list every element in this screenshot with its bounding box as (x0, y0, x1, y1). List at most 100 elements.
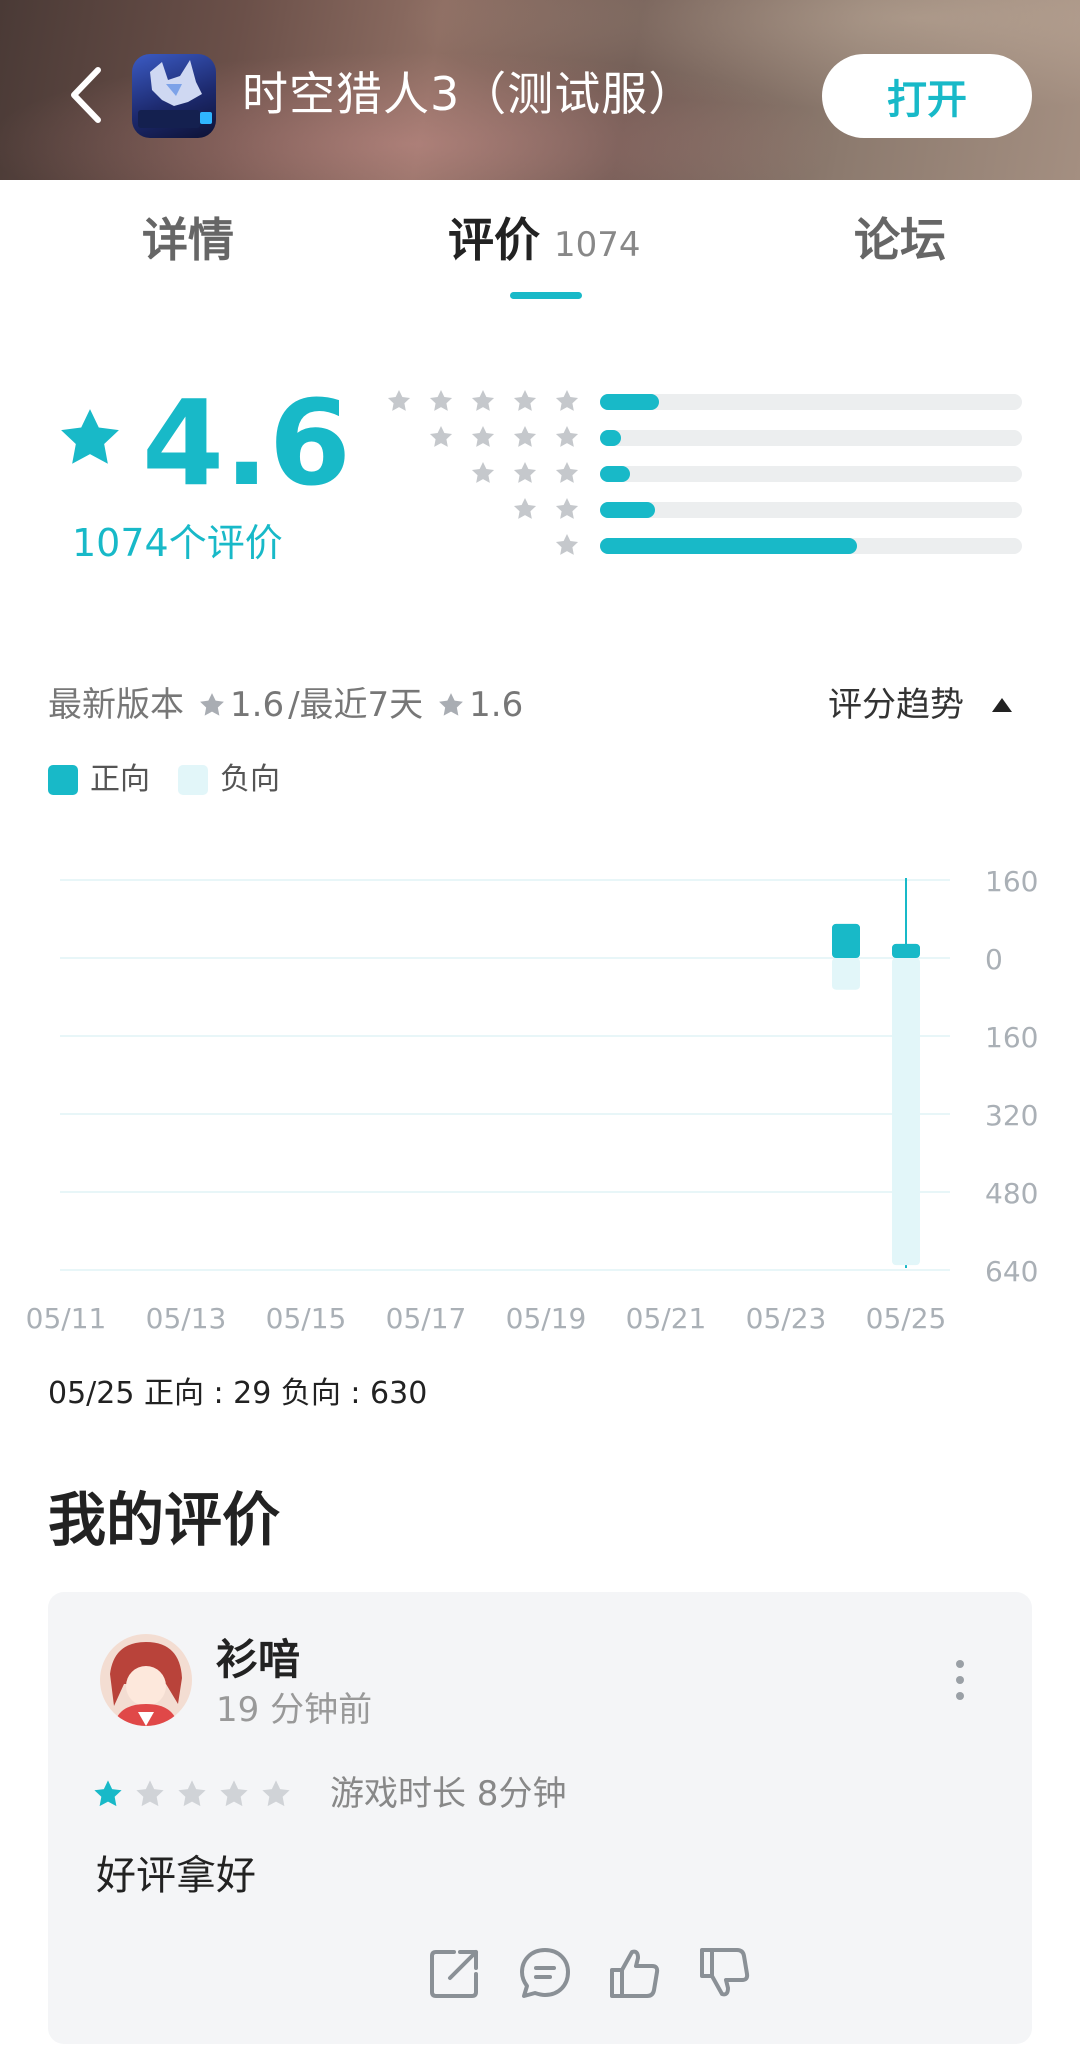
y-tick-label: 320 (985, 1099, 1038, 1132)
star-icon (555, 461, 579, 483)
distribution-bar-track (600, 394, 1022, 410)
positive-bar[interactable] (892, 943, 920, 958)
page: 时空猎人3（测试服） 打开 详情 评价 1074 论坛 4.6 1074个评价 最… (0, 0, 1080, 2057)
star-icon (513, 497, 537, 519)
my-review-card: 衫喑 19 分钟前 游戏时长 8分钟 好评拿好 (48, 1592, 1032, 2044)
rating-trend-label: 评分趋势 (828, 685, 964, 725)
app-icon[interactable] (132, 54, 216, 138)
review-stars (92, 1778, 302, 1810)
review-time: 19 分钟前 (216, 1690, 373, 1730)
tab-bar: 详情 评价 1074 论坛 (0, 180, 1080, 300)
distribution-bar-fill (600, 394, 660, 410)
tab-details[interactable]: 详情 (142, 210, 234, 270)
legend-positive: 正向 (48, 760, 150, 800)
star-icon (471, 425, 495, 447)
star-empty-icon (178, 1780, 206, 1807)
distribution-bar-fill (600, 466, 630, 482)
more-vertical-icon[interactable] (948, 1658, 972, 1702)
x-tick-label: 05/25 (866, 1302, 947, 1335)
distribution-row-4-star (0, 425, 1080, 450)
comment-icon[interactable] (516, 1944, 574, 2002)
star-icon (513, 461, 537, 483)
version-rating-line: 最新版本 1.6 /最近7天 1.6 (48, 682, 523, 728)
star-icon (471, 389, 495, 411)
legend-negative-swatch (178, 765, 208, 795)
star-icon (429, 389, 453, 411)
star-icon (200, 693, 224, 716)
legend-negative: 负向 (178, 760, 280, 800)
user-name[interactable]: 衫喑 (216, 1632, 300, 1688)
x-tick-label: 05/21 (626, 1302, 707, 1335)
app-header: 时空猎人3（测试服） 打开 (0, 0, 1080, 180)
star-empty-icon (220, 1780, 248, 1807)
star-icon (471, 461, 495, 483)
star-icon (439, 693, 464, 716)
star-filled-icon (94, 1780, 122, 1807)
star-icon (429, 425, 453, 447)
share-icon[interactable] (426, 1944, 484, 2002)
latest-version-score: 1.6 (230, 685, 285, 725)
tab-reviews[interactable]: 评价 1074 (448, 210, 641, 275)
legend-positive-label: 正向 (90, 762, 150, 797)
avatar-image (100, 1634, 192, 1726)
star-icon (555, 497, 579, 519)
latest-version-label: 最新版本 (48, 685, 184, 725)
tab-reviews-count: 1074 (554, 225, 641, 265)
distribution-bar-track (600, 466, 1022, 482)
thumbs-up-icon[interactable] (606, 1944, 664, 2002)
x-tick-label: 05/23 (746, 1302, 827, 1335)
chart-legend: 正向 负向 (48, 760, 308, 800)
x-tick-label: 05/13 (146, 1302, 227, 1335)
star-empty-icon (262, 1780, 290, 1807)
tab-active-indicator (510, 292, 582, 299)
y-tick-label: 160 (985, 1021, 1038, 1054)
recent-7days-label: /最近7天 (288, 685, 424, 725)
star-empty-icon (136, 1780, 164, 1807)
negative-bar[interactable] (832, 958, 860, 990)
thumbs-down-icon[interactable] (696, 1944, 754, 2002)
review-text: 好评拿好 (96, 1853, 256, 1899)
x-tick-label: 05/15 (266, 1302, 347, 1335)
y-tick-label: 0 (985, 943, 1003, 976)
distribution-row-1-star (0, 533, 1080, 558)
distribution-row-5-star (0, 389, 1080, 414)
distribution-bar-track (600, 502, 1022, 518)
my-review-title: 我的评价 (48, 1486, 281, 1554)
app-title: 时空猎人3（测试服） (242, 67, 696, 121)
back-arrow-icon[interactable] (58, 58, 118, 132)
positive-bar[interactable] (832, 923, 860, 958)
x-tick-label: 05/11 (26, 1302, 107, 1335)
distribution-bar-fill (600, 430, 622, 446)
star-icon (513, 425, 537, 447)
star-icon (555, 533, 579, 555)
star-icon (387, 389, 411, 411)
chart-selected-summary: 05/25 正向 : 29 负向 : 630 (48, 1376, 428, 1411)
avatar[interactable] (100, 1634, 192, 1726)
distribution-bar-fill (600, 502, 655, 518)
recent-7days-score: 1.6 (469, 685, 524, 725)
star-icon (555, 389, 579, 411)
legend-negative-label: 负向 (220, 762, 280, 797)
rating-trend-toggle[interactable]: 评分趋势 (828, 682, 1012, 728)
star-icon (513, 389, 537, 411)
distribution-row-3-star (0, 461, 1080, 486)
legend-positive-swatch (48, 765, 78, 795)
y-tick-label: 480 (985, 1177, 1038, 1210)
distribution-row-2-star (0, 497, 1080, 522)
star-icon (555, 425, 579, 447)
distribution-bar-track (600, 430, 1022, 446)
distribution-bar-track (600, 538, 1022, 554)
distribution-bar-fill (600, 538, 858, 554)
rating-trend-chart[interactable]: 160 0 160 320 480 640 05/11 05/13 05/15 05/17 05/1… (0, 840, 1080, 1340)
caret-up-icon (992, 698, 1012, 712)
y-tick-label: 640 (985, 1255, 1038, 1288)
wolf-icon (138, 60, 212, 128)
tab-reviews-label: 评价 (448, 213, 540, 267)
x-tick-label: 05/19 (506, 1302, 587, 1335)
x-tick-label: 05/17 (386, 1302, 467, 1335)
negative-bar[interactable] (892, 958, 920, 1266)
play-time: 游戏时长 8分钟 (330, 1774, 567, 1814)
open-button[interactable]: 打开 (822, 54, 1032, 138)
y-tick-label: 160 (985, 865, 1038, 898)
tab-forum[interactable]: 论坛 (854, 210, 946, 270)
